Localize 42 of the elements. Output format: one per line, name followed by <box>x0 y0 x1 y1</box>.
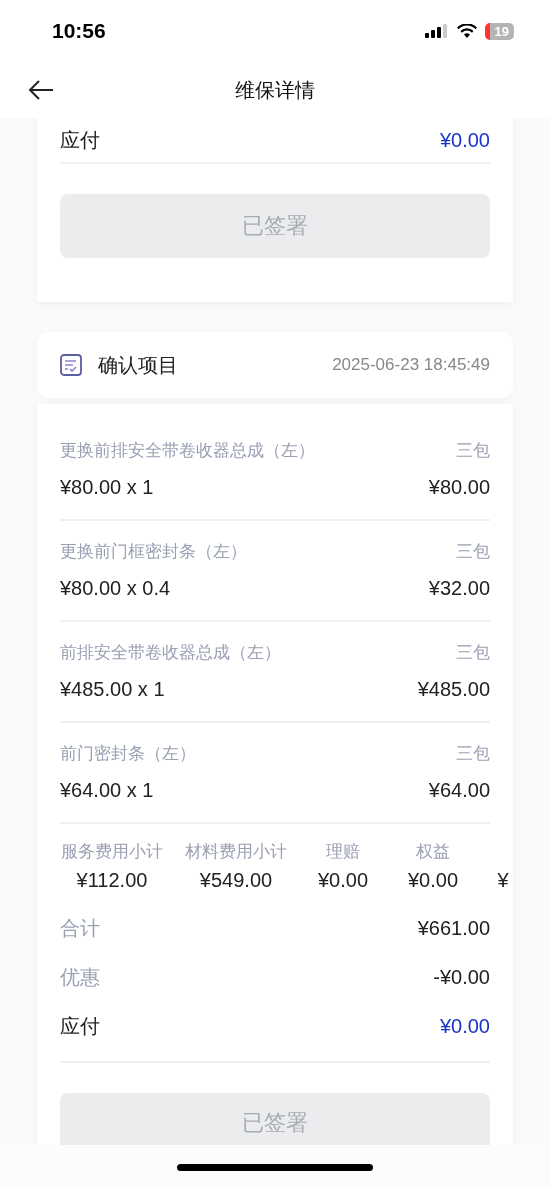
subtotal-value: ¥549.00 <box>199 869 273 892</box>
total-value: -¥0.00 <box>433 966 490 989</box>
subtotal-value: ¥ <box>497 869 509 892</box>
checklist-icon <box>60 354 82 376</box>
page-title: 维保详情 <box>235 77 315 103</box>
unit-price: ¥80.00 x 1 <box>60 476 154 499</box>
payable-amount: ¥0.00 <box>439 128 490 152</box>
unit-price: ¥485.00 x 1 <box>60 678 165 701</box>
item-amount: ¥485.00 <box>417 678 490 701</box>
section-title: 确认项目 <box>98 352 178 378</box>
wifi-icon <box>456 24 477 38</box>
warranty-tag: 三包 <box>456 641 490 664</box>
signal-icon <box>424 24 449 38</box>
item-amount: ¥64.00 <box>428 779 490 802</box>
back-arrow-icon[interactable] <box>28 79 54 101</box>
subtotal-value: ¥0.00 <box>317 869 369 892</box>
total-label: 优惠 <box>60 965 100 990</box>
item-name: 前排安全带卷收器总成（左） <box>60 642 281 664</box>
subtotal-label: 理赔 <box>326 841 360 860</box>
total-label: 应付 <box>60 1014 100 1039</box>
item-name: 更换前排安全带卷收器总成（左） <box>60 440 315 462</box>
battery-indicator: 19 <box>484 22 514 40</box>
item-amount: ¥80.00 <box>428 476 490 499</box>
warranty-tag: 三包 <box>456 742 490 765</box>
item-amount: ¥32.00 <box>428 577 490 600</box>
item-name: 前门密封条（左） <box>60 743 196 765</box>
total-value: ¥0.00 <box>439 1015 490 1038</box>
total-label: 合计 <box>60 916 100 941</box>
unit-price: ¥80.00 x 0.4 <box>60 577 171 600</box>
subtotal-value: ¥0.00 <box>407 869 459 892</box>
subtotal-label: 服务费用小计 <box>61 841 163 860</box>
item-name: 更换前门框密封条（左） <box>60 541 247 563</box>
subtotal-value: ¥112.00 <box>76 869 148 892</box>
unit-price: ¥64.00 x 1 <box>60 779 154 802</box>
payable-label: 应付 <box>60 127 100 153</box>
status-time: 10:56 <box>52 19 106 43</box>
confirm-time: 2025-06-23 18:45:49 <box>332 355 490 375</box>
warranty-tag: 三包 <box>456 540 490 563</box>
warranty-tag: 三包 <box>456 439 490 462</box>
subtotal-label: 材料费用小计 <box>185 841 287 860</box>
subtotal-label: 权益 <box>416 841 450 860</box>
total-value: ¥661.00 <box>417 917 490 940</box>
